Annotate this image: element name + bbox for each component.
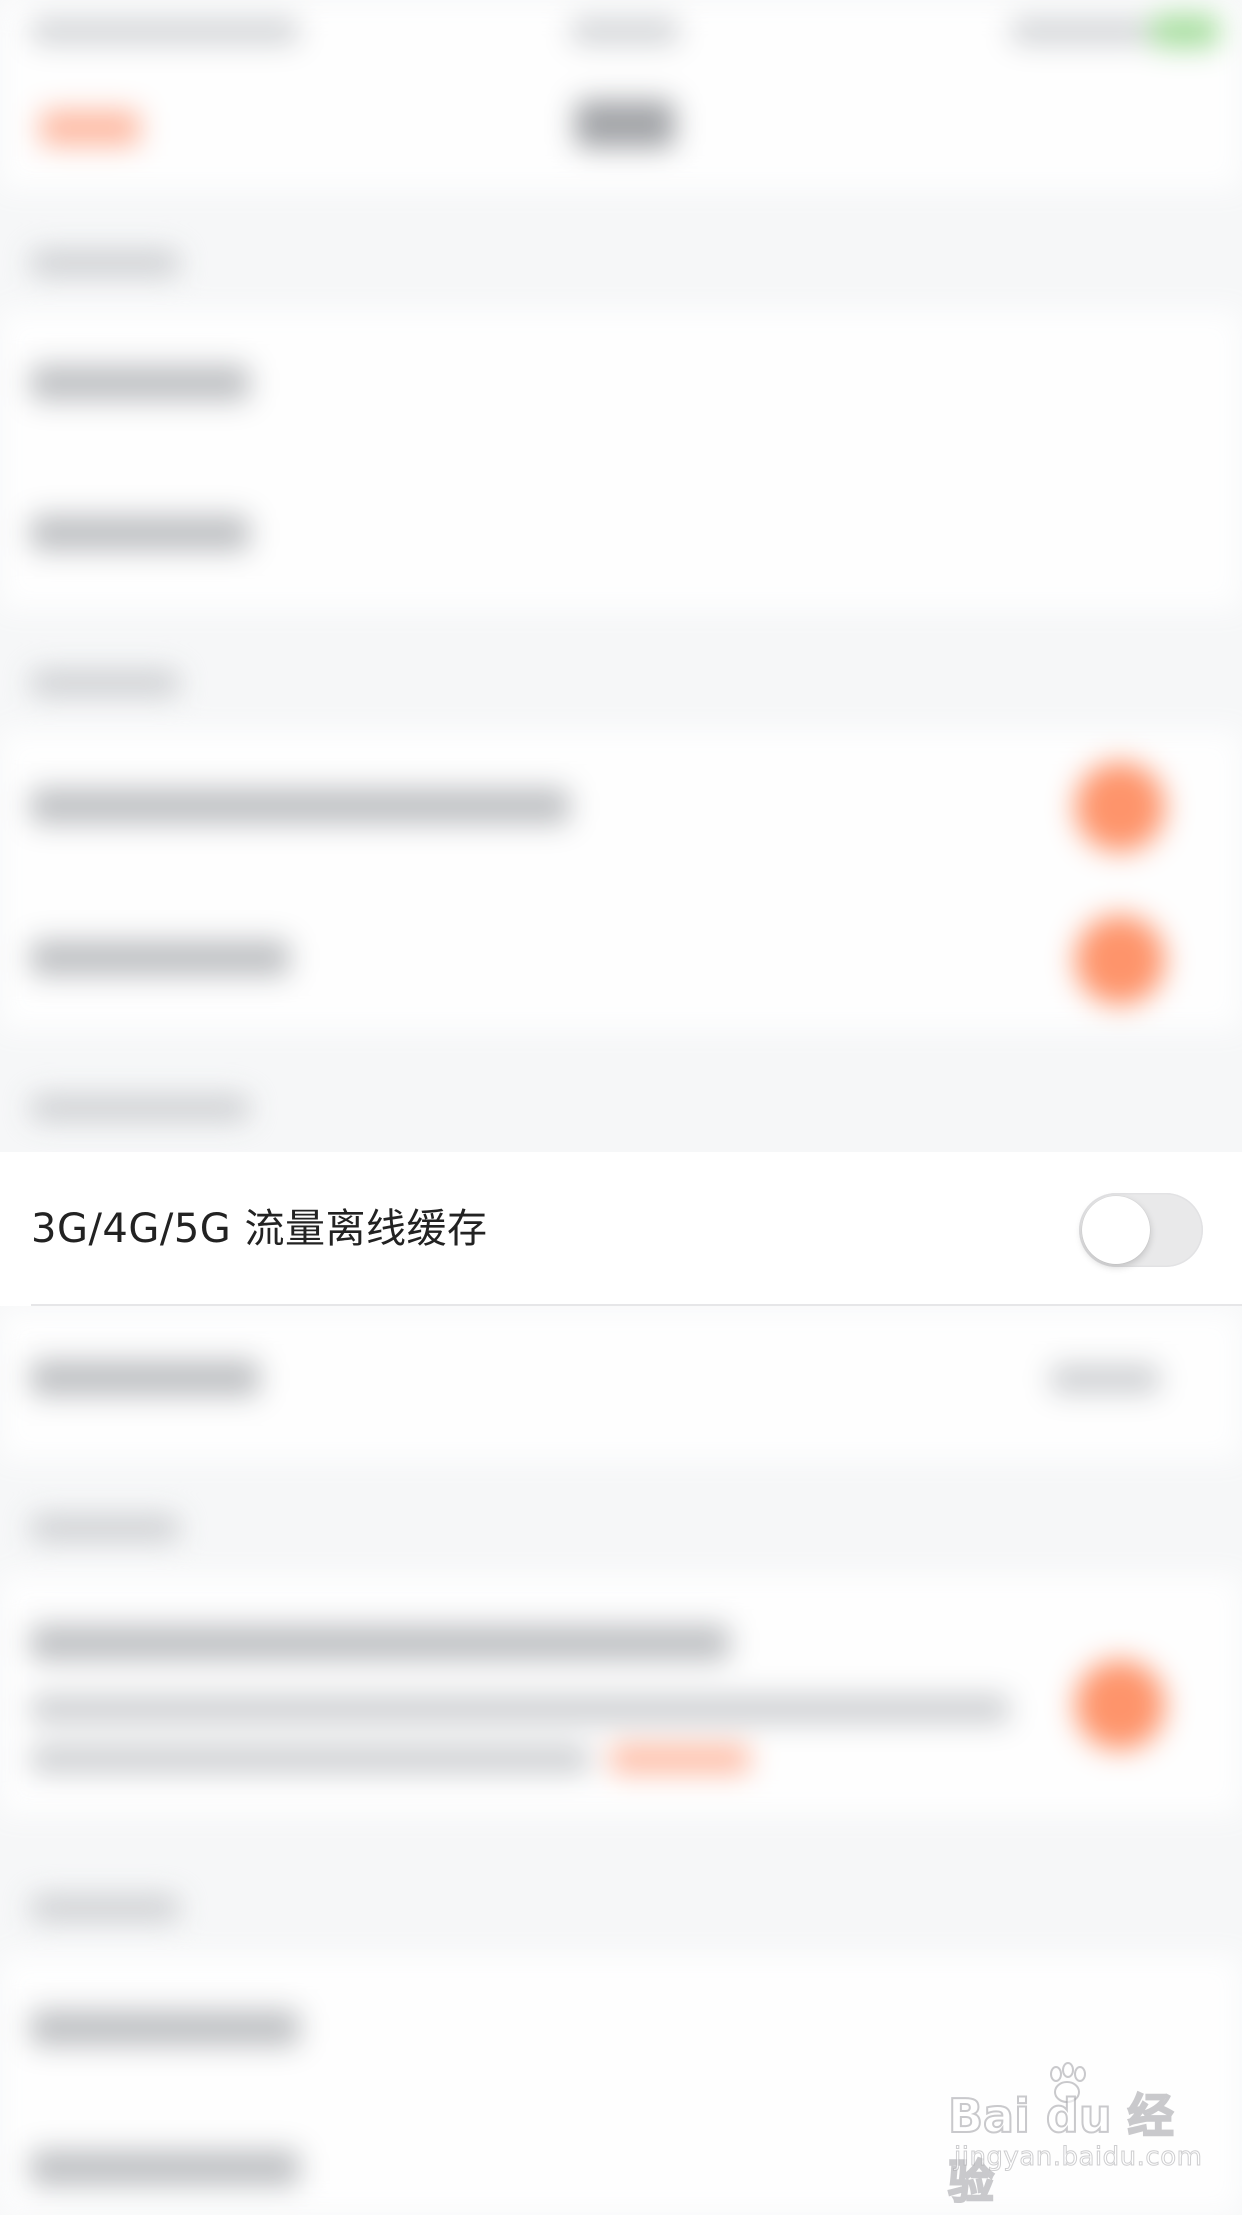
blurred-row-text: [30, 2150, 300, 2186]
blurred-orange-toggle: [1075, 762, 1165, 852]
blurred-section-header: [30, 1895, 180, 1921]
blurred-row-text: [30, 1360, 260, 1396]
blurred-back-button: [40, 110, 140, 146]
blurred-row-text: [30, 515, 250, 551]
blurred-status-time: [30, 18, 300, 44]
blurred-row-text: [30, 788, 570, 824]
blurred-section-card: [0, 730, 1242, 1030]
row-divider: [31, 1304, 1242, 1306]
blurred-background: [0, 0, 1242, 2215]
blurred-section-card: [0, 310, 1242, 610]
blurred-section-header: [30, 670, 180, 696]
blurred-page-title: [575, 100, 675, 148]
blurred-row-text: [30, 2010, 300, 2046]
blurred-row-text: [30, 1625, 730, 1661]
watermark-url: jingyan.baidu.com: [953, 2142, 1203, 2173]
offline-cache-toggle[interactable]: [1079, 1193, 1203, 1267]
blurred-row-desc: [30, 1695, 1010, 1723]
blurred-link-text: [610, 1745, 750, 1773]
blurred-row-text: [30, 365, 250, 401]
blurred-orange-toggle: [1075, 915, 1165, 1005]
baidu-jingyan-watermark: Bai du 经验 jingyan.baidu.com: [947, 2062, 1202, 2210]
blurred-orange-toggle: [1075, 1660, 1165, 1750]
blurred-row-desc: [30, 1745, 590, 1773]
blurred-section-header: [30, 250, 180, 276]
toggle-knob: [1082, 1196, 1150, 1264]
offline-cache-row[interactable]: 3G/4G/5G 流量离线缓存: [0, 1152, 1242, 1306]
blurred-row-text: [30, 940, 290, 976]
blurred-row-value: [1050, 1365, 1160, 1393]
blurred-battery: [1150, 14, 1220, 48]
blurred-status-center: [570, 18, 680, 44]
offline-cache-label: 3G/4G/5G 流量离线缓存: [31, 1206, 488, 1252]
blurred-section-header: [30, 1095, 250, 1121]
blurred-section-header: [30, 1515, 180, 1541]
blurred-status-right: [1010, 18, 1150, 44]
